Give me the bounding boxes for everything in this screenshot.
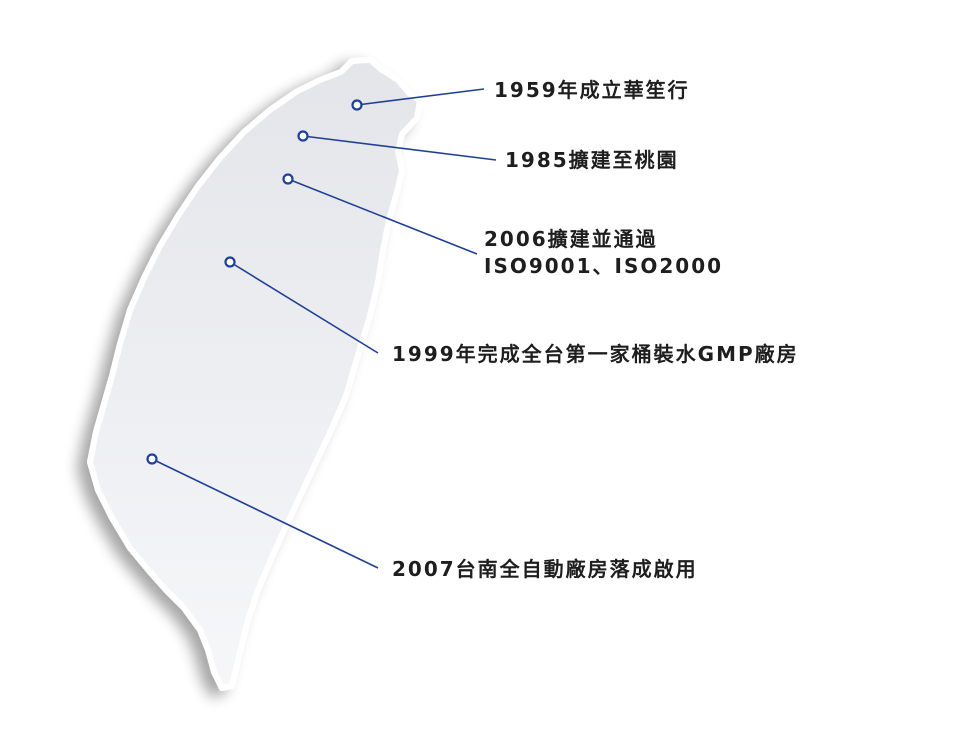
location-marker-2006[interactable]	[282, 173, 294, 185]
milestone-text: 1959年成立華笙行	[494, 78, 690, 102]
milestone-label-2006: 2006擴建並通過 ISO9001、ISO2000	[484, 227, 723, 278]
milestone-labels: 1959年成立華笙行 1985擴建至桃園 2006擴建並通過 ISO9001、I…	[392, 78, 799, 581]
location-marker-1999[interactable]	[224, 256, 236, 268]
milestone-text-line-1: 2006擴建並通過	[484, 227, 658, 251]
milestone-label-1959: 1959年成立華笙行	[494, 78, 690, 102]
location-marker-1985[interactable]	[297, 130, 309, 142]
location-marker-2007[interactable]	[146, 453, 158, 465]
milestone-label-2007: 2007台南全自動廠房落成啟用	[392, 557, 698, 581]
milestone-label-1999: 1999年完成全台第一家桶裝水GMP廠房	[392, 342, 799, 366]
milestone-label-1985: 1985擴建至桃園	[505, 148, 679, 172]
taiwan-island	[87, 57, 423, 691]
milestone-text-line-2: ISO9001、ISO2000	[484, 254, 723, 278]
taiwan-map: 1959年成立華笙行 1985擴建至桃園 2006擴建並通過 ISO9001、I…	[87, 57, 799, 691]
milestone-text: 1999年完成全台第一家桶裝水GMP廠房	[392, 342, 799, 366]
location-marker-1959[interactable]	[351, 99, 363, 111]
milestone-text: 1985擴建至桃園	[505, 148, 679, 172]
milestone-text: 2007台南全自動廠房落成啟用	[392, 557, 698, 581]
